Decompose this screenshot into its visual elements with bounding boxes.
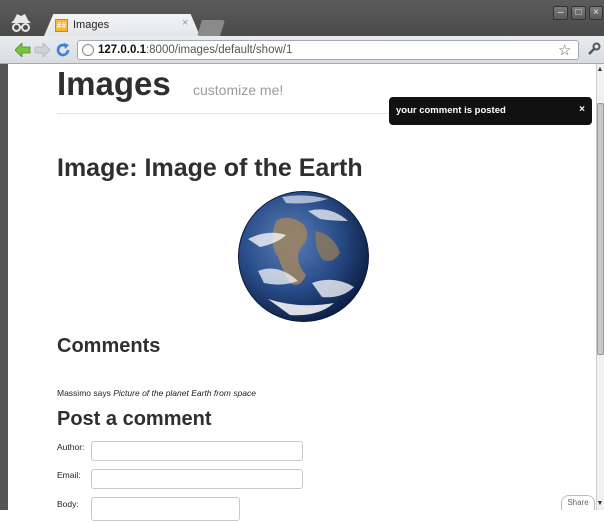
wrench-menu-icon[interactable] xyxy=(587,42,601,56)
flash-text: your comment is posted xyxy=(396,105,506,116)
tab-close-icon[interactable]: × xyxy=(182,17,188,29)
comments-heading: Comments xyxy=(57,335,161,357)
author-field[interactable] xyxy=(91,441,303,461)
reload-icon[interactable] xyxy=(55,42,71,58)
favicon-icon: ## xyxy=(55,19,68,32)
bookmark-star-icon[interactable]: ☆ xyxy=(558,41,571,59)
url-host: 127.0.0.1 xyxy=(98,44,146,56)
image-heading: Image: Image of the Earth xyxy=(57,154,363,182)
scroll-up-icon[interactable]: ▲ xyxy=(596,64,604,76)
scrollbar-thumb[interactable] xyxy=(597,103,604,355)
author-label: Author: xyxy=(57,442,85,452)
comment-body: Picture of the planet Earth from space xyxy=(113,388,256,398)
flash-message: your comment is posted × xyxy=(389,97,592,125)
post-comment-heading: Post a comment xyxy=(57,408,212,430)
comment-item: Massimo says Picture of the planet Earth… xyxy=(57,388,256,398)
earth-image xyxy=(238,191,369,322)
url-text[interactable]: 127.0.0.1:8000/images/default/show/1 xyxy=(98,44,292,56)
scroll-down-icon[interactable]: ▼ xyxy=(596,498,604,510)
email-label: Email: xyxy=(57,470,81,480)
url-path: :8000/images/default/show/1 xyxy=(145,44,293,56)
site-tagline: customize me! xyxy=(193,82,284,98)
back-arrow-icon[interactable] xyxy=(15,43,31,57)
maximize-button[interactable]: □ xyxy=(571,6,586,20)
close-window-button[interactable]: × xyxy=(589,6,603,20)
page-info-icon[interactable] xyxy=(82,44,94,56)
minimize-button[interactable]: – xyxy=(553,6,568,20)
tab-title[interactable]: Images xyxy=(73,19,109,31)
email-field[interactable] xyxy=(91,469,303,489)
comment-author: Massimo xyxy=(57,388,92,398)
incognito-icon xyxy=(11,14,31,32)
forward-arrow-icon[interactable] xyxy=(34,43,50,57)
window-frame xyxy=(0,36,8,510)
body-label: Body: xyxy=(57,499,79,509)
comment-says: says xyxy=(93,388,111,398)
share-button[interactable]: Share xyxy=(561,495,595,510)
site-title: Images xyxy=(57,65,171,102)
body-field[interactable] xyxy=(91,497,240,521)
flash-close-icon[interactable]: × xyxy=(579,104,585,115)
